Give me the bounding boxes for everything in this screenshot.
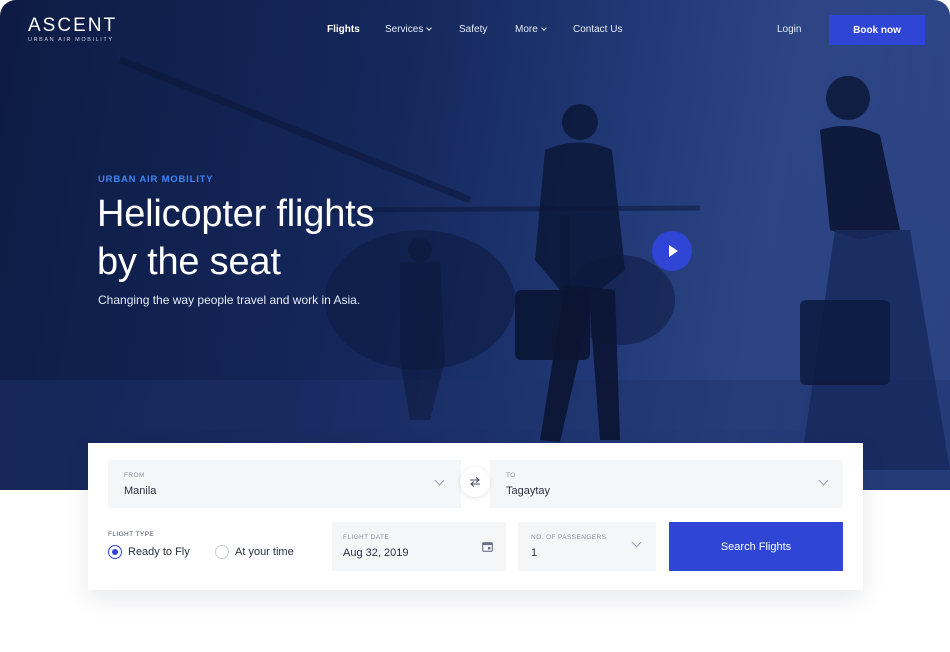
swap-arrows-icon bbox=[470, 477, 480, 487]
nav-item-label: Flights bbox=[327, 24, 360, 35]
nav-item-flights[interactable]: Flights bbox=[327, 24, 360, 36]
radio-label: At your time bbox=[235, 546, 294, 558]
nav-item-contact-us[interactable]: Contact Us bbox=[573, 24, 622, 36]
brand-tagline: URBAN AIR MOBILITY bbox=[28, 37, 114, 43]
swap-locations-button[interactable] bbox=[460, 467, 490, 497]
search-flights-button[interactable]: Search Flights bbox=[669, 522, 843, 571]
brand-name: ASCENT bbox=[28, 15, 118, 36]
top-nav: ASCENT URBAN AIR MOBILITY Flights Servic… bbox=[0, 0, 950, 60]
hero-headline: Helicopter flights by the seat bbox=[97, 190, 517, 286]
passengers-label: NO. OF PASSENGERS bbox=[531, 534, 607, 541]
play-icon bbox=[669, 245, 678, 257]
nav-item-more[interactable]: More bbox=[515, 24, 547, 36]
book-now-button[interactable]: Book now bbox=[829, 15, 925, 45]
chevron-down-icon bbox=[631, 537, 642, 548]
to-field[interactable]: TO Tagaytay bbox=[490, 460, 843, 508]
nav-item-label: Contact Us bbox=[573, 24, 623, 35]
radio-unselected-indicator bbox=[215, 545, 229, 559]
page-frame: ASCENT URBAN AIR MOBILITY Flights Servic… bbox=[0, 0, 950, 652]
radio-at-your-time[interactable]: At your time bbox=[215, 545, 294, 559]
headline-line-2: by the seat bbox=[97, 241, 281, 283]
login-link[interactable]: Login bbox=[777, 24, 801, 36]
nav-item-label: Safety bbox=[459, 24, 488, 35]
play-video-button[interactable] bbox=[652, 231, 692, 271]
nav-item-services[interactable]: Services bbox=[385, 24, 433, 36]
flight-date-label: FLIGHT DATE bbox=[343, 534, 390, 541]
chevron-down-icon bbox=[818, 475, 829, 486]
chevron-down-icon bbox=[426, 25, 433, 31]
radio-label: Ready to Fly bbox=[128, 546, 190, 558]
hero-eyebrow: URBAN AIR MOBILITY bbox=[98, 174, 214, 185]
hero-subtitle: Changing the way people travel and work … bbox=[98, 293, 361, 307]
passengers-field[interactable]: NO. OF PASSENGERS 1 bbox=[518, 522, 656, 571]
from-value: Manila bbox=[124, 485, 157, 497]
calendar-icon[interactable] bbox=[482, 541, 493, 552]
to-value: Tagaytay bbox=[506, 485, 551, 497]
nav-item-safety[interactable]: Safety bbox=[459, 24, 487, 36]
chevron-down-icon bbox=[434, 475, 445, 486]
flight-search-card: FROM Manila TO Tagaytay FLIGHT TYPE Read… bbox=[88, 443, 863, 590]
brand-logo[interactable]: ASCENT URBAN AIR MOBILITY bbox=[28, 15, 118, 44]
radio-ready-to-fly[interactable]: Ready to Fly bbox=[108, 545, 190, 559]
nav-item-label: More bbox=[515, 24, 538, 35]
hero-section: ASCENT URBAN AIR MOBILITY Flights Servic… bbox=[0, 0, 950, 490]
flight-type-label: FLIGHT TYPE bbox=[108, 531, 155, 538]
flight-date-value: Aug 32, 2019 bbox=[343, 547, 409, 559]
from-label: FROM bbox=[124, 472, 145, 479]
headline-line-1: Helicopter flights bbox=[97, 193, 375, 235]
flight-date-field[interactable]: FLIGHT DATE Aug 32, 2019 bbox=[332, 522, 506, 571]
to-label: TO bbox=[506, 472, 516, 479]
nav-item-label: Services bbox=[385, 24, 424, 35]
from-field[interactable]: FROM Manila bbox=[108, 460, 461, 508]
passengers-value: 1 bbox=[531, 547, 538, 559]
radio-selected-indicator bbox=[108, 545, 122, 559]
chevron-down-icon bbox=[540, 25, 547, 31]
